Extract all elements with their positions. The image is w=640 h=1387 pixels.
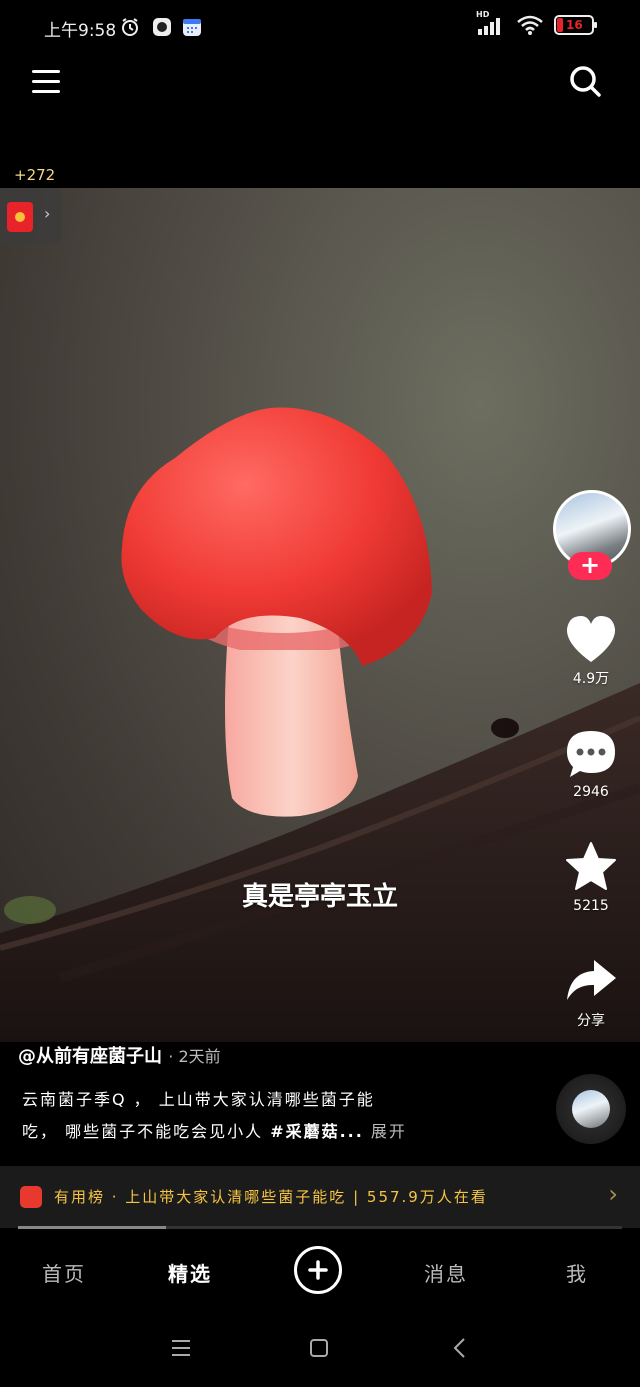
battery-level: 16 xyxy=(566,18,583,32)
tab-home[interactable]: 首页 xyxy=(42,1258,86,1287)
comment-button[interactable]: 2946 xyxy=(560,728,622,800)
favorite-count: 5215 xyxy=(573,898,609,914)
red-packet-icon xyxy=(7,202,33,232)
signal-icon: HD xyxy=(476,10,506,36)
author-name[interactable]: @从前有座菌子山 xyxy=(18,1046,162,1067)
like-count: 4.9万 xyxy=(572,671,610,687)
chevron-right-icon: › xyxy=(608,1180,618,1208)
tab-me[interactable]: 我 xyxy=(566,1258,588,1287)
follow-button[interactable]: + xyxy=(568,552,612,580)
status-time: 上午9:58 xyxy=(44,21,117,41)
hot-list-bar[interactable]: 有用榜 · 上山带大家认清哪些菌子能吃 | 557.9万人在看 › xyxy=(0,1166,640,1228)
comment-icon xyxy=(567,731,615,777)
video-progress-fill xyxy=(18,1226,166,1229)
plus-icon xyxy=(308,1260,328,1280)
wifi-icon xyxy=(517,15,543,35)
like-button[interactable]: 4.9万 xyxy=(560,614,622,688)
alarm-icon xyxy=(122,18,138,36)
expand-button[interactable]: 展开 xyxy=(364,1122,407,1141)
status-bar: 上午9:58 HD 16 xyxy=(0,0,640,56)
chevron-right-icon: › xyxy=(44,204,51,223)
share-icon xyxy=(567,960,616,1000)
music-disc[interactable] xyxy=(556,1074,626,1144)
hot-list-text: 有用榜 · 上山带大家认清哪些菌子能吃 | 557.9万人在看 xyxy=(54,1188,488,1206)
share-label: 分享 xyxy=(577,1013,605,1029)
create-button[interactable] xyxy=(294,1246,342,1294)
music-cover xyxy=(572,1090,610,1128)
home-icon[interactable] xyxy=(308,1337,330,1359)
app-icon xyxy=(153,18,171,36)
video-player[interactable] xyxy=(0,188,640,1042)
desc-line-1: 云南菌子季Q ， 上山带大家认清哪些菌子能 xyxy=(22,1090,375,1109)
hot-list-icon xyxy=(20,1186,42,1208)
tab-featured[interactable]: 精选 xyxy=(168,1258,212,1287)
share-button[interactable]: 分享 xyxy=(560,956,622,1030)
comment-count: 2946 xyxy=(573,784,609,800)
red-packet-button[interactable]: › xyxy=(0,188,62,244)
recent-apps-icon[interactable] xyxy=(170,1338,192,1358)
system-nav-bar xyxy=(0,1310,640,1387)
battery-icon: 16 xyxy=(554,15,597,35)
heart-icon xyxy=(566,616,616,662)
video-subtitle: 真是亭亭玉立 xyxy=(241,882,398,912)
back-icon[interactable] xyxy=(452,1337,468,1359)
desc-line-2: 吃， 哪些菌子不能吃会见小人 #采蘑菇... 展开 xyxy=(22,1116,462,1148)
menu-icon[interactable] xyxy=(32,66,62,96)
video-description: 云南菌子季Q ， 上山带大家认清哪些菌子能 吃， 哪些菌子不能吃会见小人 #采蘑… xyxy=(22,1084,462,1148)
post-time: · 2天前 xyxy=(168,1047,221,1066)
favorite-button[interactable]: 5215 xyxy=(560,840,622,914)
calendar-icon xyxy=(183,19,201,36)
mushroom-video-frame xyxy=(0,407,640,1042)
status-right: HD 16 xyxy=(476,10,597,36)
coin-count: +272 xyxy=(14,166,56,184)
search-icon[interactable] xyxy=(568,64,602,98)
desc-text: 吃， 哪些菌子不能吃会见小人 xyxy=(22,1122,271,1141)
star-icon xyxy=(566,842,616,890)
tab-messages[interactable]: 消息 xyxy=(424,1258,468,1287)
author-line: @从前有座菌子山 · 2天前 xyxy=(18,1042,221,1068)
hashtag-link[interactable]: #采蘑菇... xyxy=(270,1122,364,1141)
